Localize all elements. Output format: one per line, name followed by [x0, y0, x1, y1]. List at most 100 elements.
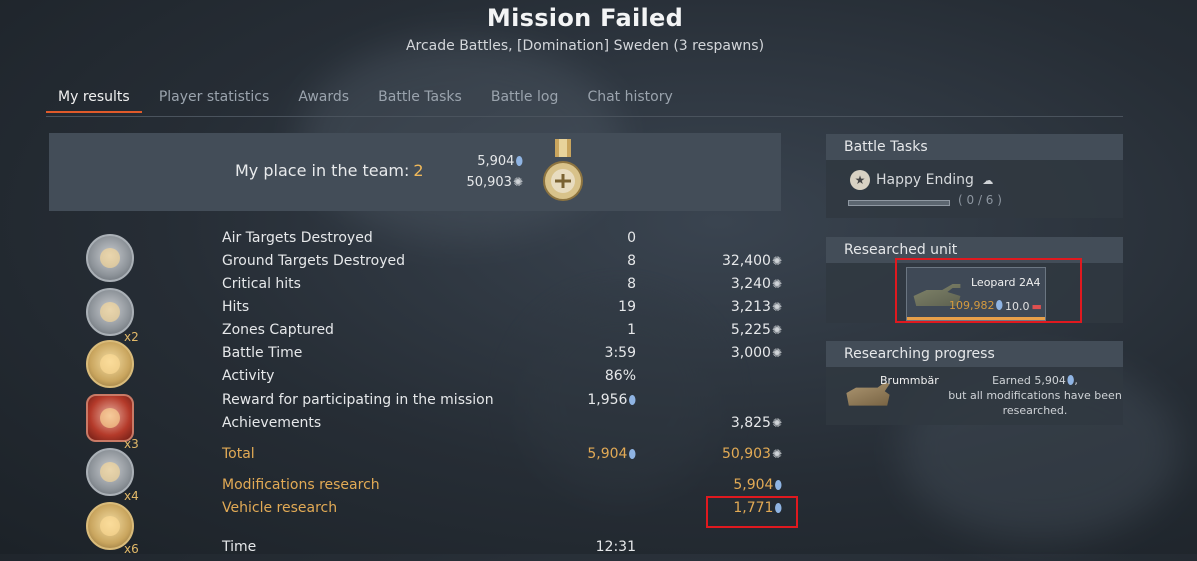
- total-row: Total 5,904⬮ 50,903✺: [222, 446, 782, 468]
- research-point-icon: ⬮: [774, 478, 782, 492]
- stat-label: Ground Targets Destroyed: [222, 253, 405, 269]
- research-point-icon: ⬮: [995, 298, 1004, 312]
- silver-lion-icon: ✺: [512, 175, 523, 189]
- stat-value: 3:59: [604, 345, 636, 361]
- battle-tasks-header: Battle Tasks: [826, 134, 1123, 160]
- silver-lion-icon: ✺: [771, 323, 782, 337]
- total-label: Total: [222, 446, 255, 462]
- stat-label: Battle Time: [222, 345, 303, 361]
- tab-awards[interactable]: Awards: [286, 87, 361, 113]
- researching-progress-panel: Researching progress Brummbär Earned 5,9…: [826, 341, 1123, 425]
- team-place-medal-icon: [543, 139, 583, 201]
- award-multiplier: x4: [124, 489, 139, 503]
- battle-task-progress-bar: [848, 200, 950, 206]
- soldier-award-icon: [86, 340, 134, 388]
- stat-row: Achievements 3,825✺: [222, 415, 782, 437]
- research-point-icon: ⬮: [774, 501, 782, 515]
- battle-task-progress-text: ( 0 / 6 ): [958, 193, 1002, 207]
- team-place-value: 2: [413, 161, 424, 180]
- stat-value: 19: [618, 299, 636, 315]
- stat-row: Air Targets Destroyed 0: [222, 230, 782, 252]
- modifications-label: Modifications research: [222, 477, 380, 493]
- stat-label: Critical hits: [222, 276, 301, 292]
- tab-chat-history[interactable]: Chat history: [575, 87, 684, 113]
- award-multiplier: x3: [124, 437, 139, 451]
- battle-task-item[interactable]: ★ Happy Ending ☁: [850, 170, 993, 190]
- stat-row: Reward for participating in the mission …: [222, 392, 782, 414]
- battle-tasks-panel: Battle Tasks ★ Happy Ending ☁ ( 0 / 6 ): [826, 134, 1123, 218]
- vehicle-research-label: Vehicle research: [222, 500, 338, 516]
- stat-label: Zones Captured: [222, 322, 334, 338]
- time-label: Time: [222, 539, 257, 555]
- stat-value: 1,956⬮: [587, 392, 636, 408]
- stat-label: Air Targets Destroyed: [222, 230, 373, 246]
- stat-reward: 3,000✺: [730, 345, 782, 361]
- modifications-rp: 5,904⬮: [733, 477, 782, 493]
- silver-lion-icon: ✺: [771, 277, 782, 291]
- unit-name: Leopard 2A4: [971, 276, 1041, 289]
- vehicle-research-row: Vehicle research 1,771⬮: [222, 500, 782, 522]
- team-place-box: My place in the team: 2 5,904⬮ 50,903✺: [49, 133, 781, 211]
- team-place-label: My place in the team: 2: [235, 161, 424, 180]
- star-icon: ★: [850, 170, 870, 190]
- place-rp-value: 5,904: [477, 154, 515, 169]
- stat-row: Activity 86%: [222, 368, 782, 390]
- vehicle-research-rp: 1,771⬮: [733, 500, 782, 516]
- team-place-text: My place in the team:: [235, 161, 410, 180]
- stat-row: Battle Time 3:59 3,000✺: [222, 345, 782, 367]
- tab-player-statistics[interactable]: Player statistics: [147, 87, 281, 113]
- researched-unit-panel: Researched unit Leopard 2A4 109,982⬮ 10.…: [826, 237, 1123, 323]
- researching-message: Earned 5,904⬮, but all modifications hav…: [948, 373, 1122, 417]
- stat-value: 1: [627, 322, 636, 338]
- research-point-icon: ⬮: [515, 154, 523, 168]
- tank-mode-icon: ☁: [982, 174, 994, 187]
- research-point-icon: ⬮: [628, 393, 636, 407]
- mission-title: Mission Failed: [486, 4, 684, 32]
- stat-label: Reward for participating in the mission: [222, 392, 494, 408]
- stat-value: 0: [627, 230, 636, 246]
- unit-battle-rating: 10.0 ▬: [1005, 300, 1042, 313]
- researching-vehicle-name: Brummbär: [880, 374, 939, 387]
- assist-award-icon: [86, 288, 134, 336]
- stat-reward: 3,825✺: [730, 415, 782, 431]
- total-rp: 5,904⬮: [587, 446, 636, 462]
- total-sl: 50,903✺: [721, 446, 782, 462]
- stat-row: Ground Targets Destroyed 8 32,400✺: [222, 253, 782, 275]
- silver-lion-icon: ✺: [771, 346, 782, 360]
- battle-rating-icon: ▬: [1031, 300, 1042, 313]
- stat-label: Activity: [222, 368, 275, 384]
- silver-lion-icon: ✺: [771, 254, 782, 268]
- research-point-icon: ⬮: [1066, 373, 1075, 387]
- tab-my-results[interactable]: My results: [46, 87, 142, 113]
- research-point-icon: ⬮: [628, 447, 636, 461]
- stat-reward: 3,240✺: [730, 276, 782, 292]
- stat-reward: 5,225✺: [730, 322, 782, 338]
- stat-row: Critical hits 8 3,240✺: [222, 276, 782, 298]
- researched-unit-header: Researched unit: [826, 237, 1123, 263]
- time-value: 12:31: [595, 539, 636, 555]
- unit-progress-bar: [907, 317, 1045, 320]
- mission-subtitle: Arcade Battles, [Domination] Sweden (3 r…: [405, 38, 765, 54]
- unit-rp: 109,982⬮: [949, 298, 1004, 312]
- stat-reward: 3,213✺: [730, 299, 782, 315]
- stat-value: 8: [627, 276, 636, 292]
- stat-value: 8: [627, 253, 636, 269]
- silver-lion-icon: ✺: [771, 300, 782, 314]
- shield-award-icon: [86, 394, 134, 442]
- silver-lion-icon: ✺: [771, 447, 782, 461]
- researched-unit-card[interactable]: Leopard 2A4 109,982⬮ 10.0 ▬: [906, 267, 1046, 321]
- tab-battle-tasks[interactable]: Battle Tasks: [366, 87, 474, 113]
- stat-label: Achievements: [222, 415, 322, 431]
- targets-award-icon: [86, 234, 134, 282]
- award-multiplier: x2: [124, 330, 139, 344]
- time-row: Time 12:31: [222, 539, 782, 561]
- battle-task-name: Happy Ending: [876, 172, 974, 188]
- stat-label: Hits: [222, 299, 250, 315]
- researching-progress-header: Researching progress: [826, 341, 1123, 367]
- stat-row: Zones Captured 1 5,225✺: [222, 322, 782, 344]
- modifications-research-row: Modifications research 5,904⬮: [222, 477, 782, 499]
- results-tabs: My results Player statistics Awards Batt…: [46, 86, 1123, 117]
- stat-reward: 32,400✺: [721, 253, 782, 269]
- silver-lion-icon: ✺: [771, 416, 782, 430]
- tab-battle-log[interactable]: Battle log: [479, 87, 570, 113]
